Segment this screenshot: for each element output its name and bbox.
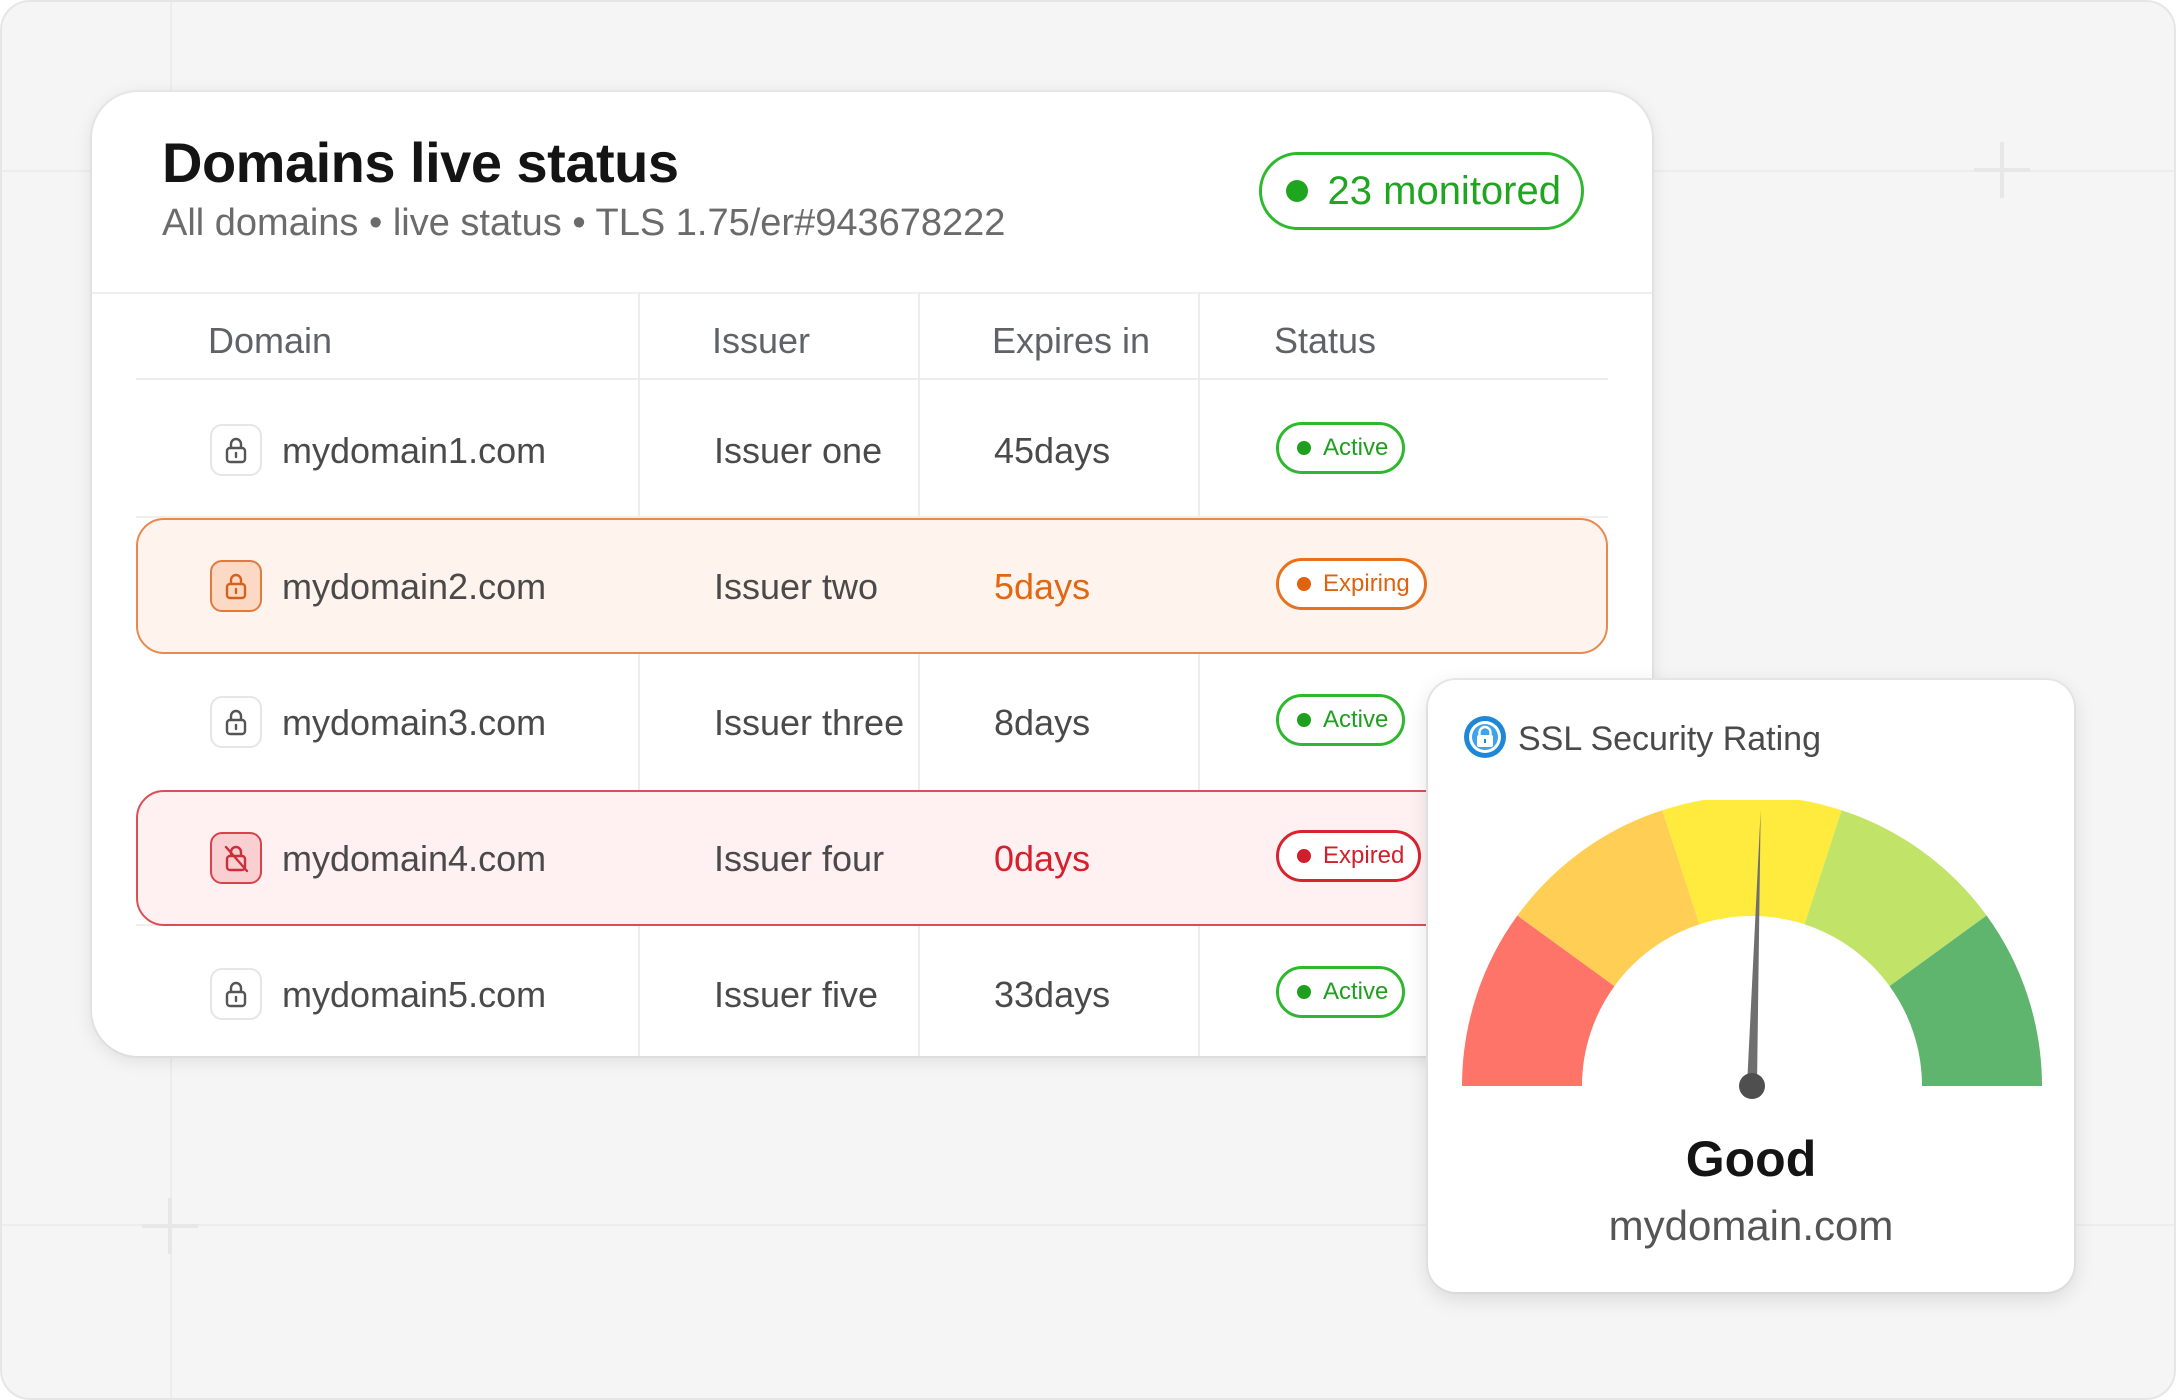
issuer-name: Issuer one — [714, 430, 883, 471]
plus-icon — [1974, 142, 2030, 198]
status-dot-icon — [1297, 577, 1311, 591]
status-dot-icon — [1297, 713, 1311, 727]
monitored-count-label: 23 monitored — [1327, 168, 1561, 213]
issuer-name: Issuer five — [714, 974, 879, 1015]
issuer-name: Issuer two — [714, 566, 879, 607]
card-header: Domains live status All domains • live s… — [92, 92, 1652, 294]
status-label: Expired — [1323, 842, 1405, 869]
status-dot-icon — [1297, 441, 1311, 455]
domain-name[interactable]: mydomain4.com — [282, 838, 546, 880]
domain-name[interactable]: mydomain2.com — [282, 566, 546, 608]
column-header-domain[interactable]: Domain — [208, 320, 332, 362]
lock-icon — [210, 424, 262, 476]
issuer-name: Issuer four — [714, 838, 885, 879]
status-dot-icon — [1297, 849, 1311, 863]
status-badge: Active — [1276, 422, 1406, 474]
rating-domain: mydomain.com — [1608, 1202, 1894, 1249]
domain-name[interactable]: mydomain3.com — [282, 702, 546, 744]
expires-in: 45days — [994, 430, 1111, 471]
lock-icon — [210, 696, 262, 748]
expires-in: 0days — [994, 838, 1091, 879]
lock-off-icon — [210, 832, 262, 884]
status-label: Active — [1323, 434, 1389, 461]
expires-in: 33days — [994, 974, 1111, 1015]
shield-lock-icon — [1462, 714, 1508, 760]
status-dot-icon — [1297, 985, 1311, 999]
status-badge: Active — [1276, 694, 1406, 746]
lock-icon — [210, 560, 262, 612]
table-row[interactable]: mydomain1.com Issuer one 45days Active — [136, 382, 1608, 518]
status-badge: Active — [1276, 966, 1406, 1018]
plus-icon — [142, 1198, 198, 1254]
issuer-name: Issuer three — [714, 702, 905, 743]
gauge-title: SSL Security Rating — [1518, 720, 1821, 758]
page-title: Domains live status — [162, 131, 679, 194]
column-header-expires[interactable]: Expires in — [992, 320, 1150, 362]
status-label: Expiring — [1323, 570, 1410, 597]
page-subtitle: All domains • live status • TLS 1.75/er#… — [162, 202, 1006, 244]
table-row[interactable]: mydomain3.com Issuer three 8days Active — [136, 654, 1608, 790]
gauge-needle-hub — [1739, 1073, 1765, 1099]
table-row[interactable]: mydomain2.com Issuer two 5days Expiring — [136, 518, 1608, 654]
table-row[interactable]: mydomain4.com Issuer four 0days Expired — [136, 790, 1608, 926]
table-row[interactable]: mydomain5.com Issuer five 33days Active — [136, 926, 1608, 1056]
domain-name[interactable]: mydomain1.com — [282, 430, 546, 472]
status-badge: Expired — [1276, 830, 1422, 882]
column-header-status[interactable]: Status — [1274, 320, 1376, 362]
rating-label: Good — [1685, 1131, 1817, 1187]
expires-in: 8days — [994, 702, 1091, 743]
status-dot-icon — [1285, 180, 1308, 202]
ssl-rating-card: SSL Security Rating Good mydomain.com — [1428, 680, 2074, 1292]
status-badge: Expiring — [1276, 558, 1427, 610]
header-divider — [136, 378, 1608, 380]
expires-in: 5days — [994, 566, 1091, 607]
column-header-issuer[interactable]: Issuer — [712, 320, 810, 362]
status-label: Active — [1323, 706, 1389, 733]
status-label: Active — [1323, 978, 1389, 1005]
lock-icon — [210, 968, 262, 1020]
domain-name[interactable]: mydomain5.com — [282, 974, 546, 1016]
monitored-count-badge[interactable]: 23 monitored — [1258, 152, 1584, 230]
rating-gauge — [1462, 800, 2042, 1099]
domains-status-card: Domains live status All domains • live s… — [92, 92, 1652, 1056]
